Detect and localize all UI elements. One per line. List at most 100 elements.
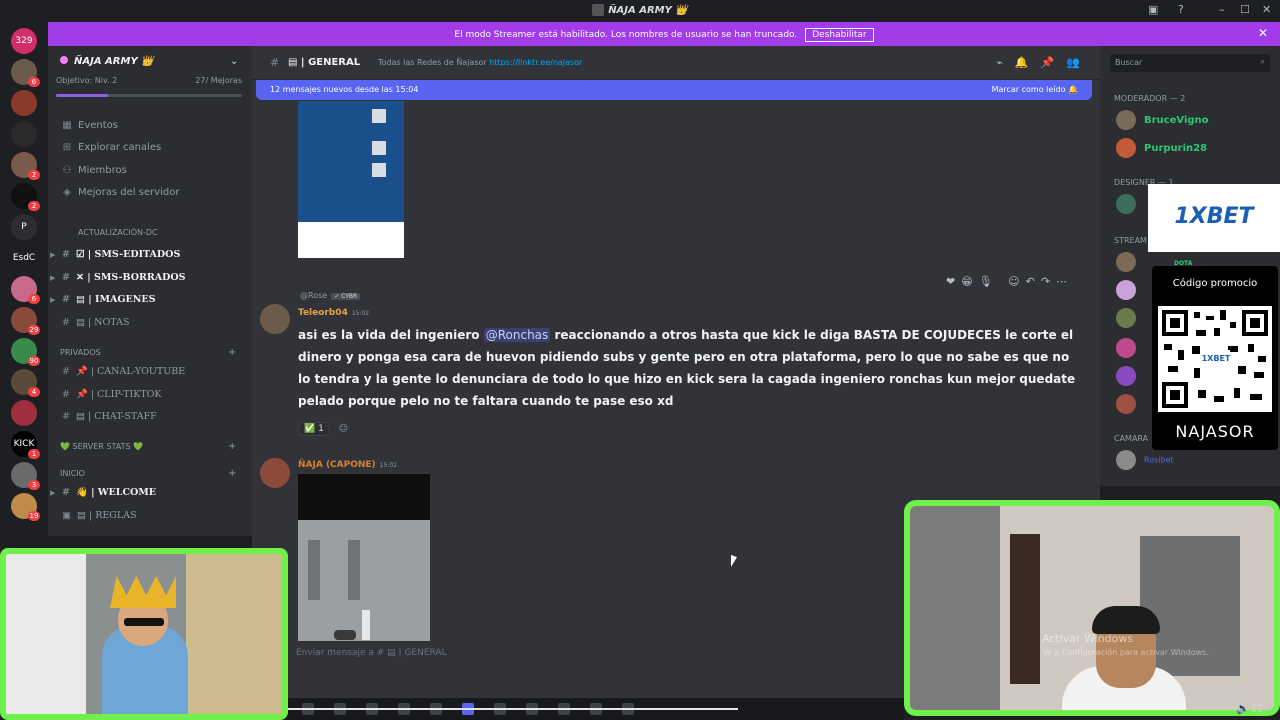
category-inicio[interactable]: INICIO + [60, 468, 236, 479]
hash-icon: # [62, 294, 70, 305]
inbox-icon[interactable]: ▣ [1148, 3, 1158, 16]
member-item[interactable]: BruceVigno [1116, 110, 1209, 130]
server-icon [592, 4, 605, 16]
reaction-checkmark[interactable]: ✅ 1 [298, 422, 330, 436]
webcam-wall [186, 554, 282, 714]
new-messages-text: 12 mensajes nuevos desde las 15:04 [270, 85, 419, 94]
nav-label: Explorar canales [78, 142, 162, 153]
fullscreen-icon[interactable]: ⛶ [1253, 702, 1261, 715]
mark-as-read-button[interactable]: Marcar como leído 🔔 [992, 85, 1078, 94]
channel-label: ▤ | REGLAS [76, 510, 137, 521]
add-reaction-icon[interactable]: ☺ [339, 424, 348, 434]
server-icon[interactable] [11, 90, 37, 116]
user-mention[interactable]: @Ronchas [483, 328, 551, 342]
chevron-down-icon[interactable]: ⌄ [230, 56, 238, 67]
server-icon[interactable]: EsdC [11, 245, 37, 271]
mention-badge: 19 [28, 511, 40, 521]
member-item[interactable] [1116, 194, 1144, 214]
member-item[interactable] [1116, 366, 1144, 386]
nav-label: Miembros [78, 165, 127, 176]
webcam-streamer-right [904, 500, 1280, 716]
close-window-button[interactable]: ✕ [1262, 3, 1271, 16]
message-author[interactable]: Teleorb04 15:02 [298, 308, 369, 318]
add-channel-icon[interactable]: + [228, 468, 236, 479]
image-attachment[interactable] [298, 101, 404, 258]
channel-label: 📌 | CANAL-YOUTUBE [75, 366, 186, 377]
document-thumb [372, 163, 386, 177]
mention-badge: 6 [28, 294, 40, 304]
member-item[interactable]: Purpurin28 [1116, 138, 1207, 158]
header-toolbar-icons[interactable]: ⌁🔔📌👥 [996, 56, 1092, 69]
message-author[interactable]: ÑAJA (CAPONE) 15:02 [298, 460, 397, 470]
avatar[interactable] [260, 458, 290, 488]
server-name[interactable]: ÑAJA ARMY 👑 ⌄ [60, 56, 238, 67]
channel-notas[interactable]: # ▤ | NOTAS [50, 317, 129, 328]
hash-icon: # [62, 487, 70, 498]
author-name: Teleorb04 [298, 308, 348, 318]
new-messages-bar[interactable]: 12 mensajes nuevos desde las 15:04 Marca… [256, 80, 1092, 100]
avatar[interactable] [260, 304, 290, 334]
help-icon[interactable]: ? [1178, 3, 1184, 16]
add-channel-icon[interactable]: + [228, 441, 236, 452]
video-attachment[interactable] [298, 474, 430, 641]
author-name: ÑAJA (CAPONE) [298, 460, 376, 470]
avatar [1116, 394, 1136, 414]
channel-canal-youtube[interactable]: # 📌 | CANAL-YOUTUBE [50, 366, 185, 377]
server-icon[interactable]: 329 [11, 28, 37, 54]
category-privados[interactable]: PRIVADOS + [60, 347, 236, 358]
channel-welcome[interactable]: ▶ # 👋 | WELCOME [50, 487, 156, 498]
channel-label: ▤ | NOTAS [75, 317, 130, 328]
message-input[interactable]: Enviar mensaje a # ▤ | GENERAL [296, 648, 447, 658]
member-item[interactable] [1116, 338, 1144, 358]
nav-server-boost[interactable]: ◈ Mejoras del servidor [62, 187, 179, 198]
hash-icon: # [270, 56, 280, 69]
category-server-stats[interactable]: 💚 SERVER STATS 💚 + [60, 441, 236, 452]
server-icon[interactable]: P [11, 214, 37, 240]
message-actions-toolbar[interactable]: ❤😁🎙 ☺↶↷⋯ [946, 275, 1073, 288]
video-frame [298, 520, 430, 641]
nav-label: Eventos [78, 120, 118, 131]
video-pillar [308, 540, 320, 600]
member-item[interactable] [1116, 394, 1144, 414]
minimize-button[interactable]: – [1219, 3, 1225, 16]
title-bar: ÑAJA ARMY 👑 ▣ ? – ☐ ✕ [0, 0, 1280, 22]
channel-header: # ▤ | GENERAL Todas las Redes de Ñajasor… [252, 46, 1100, 80]
webcam-door [1010, 534, 1040, 684]
server-icon[interactable] [11, 121, 37, 147]
mention-badge: 6 [28, 77, 40, 87]
reply-reference[interactable]: @Rose ✓ CYBR [300, 291, 361, 300]
close-banner-icon[interactable]: ✕ [1258, 26, 1268, 40]
topic-link[interactable]: https://linktr.ee/najasor [489, 58, 582, 67]
member-item[interactable] [1116, 280, 1144, 300]
category-actualizacion[interactable]: ACTUALIZACIÓN-DC [78, 228, 158, 237]
category-label: INICIO [60, 469, 85, 478]
video-controls[interactable]: 🔈 ⛶ [1236, 702, 1261, 716]
channel-clip-tiktok[interactable]: # 📌 | CLIP-TIKTOK [50, 389, 162, 400]
video-seek-bar[interactable] [288, 708, 738, 710]
member-item[interactable] [1116, 308, 1144, 328]
channel-sms-editados[interactable]: ▶ # ☑ | SMS-EDITADOS [50, 249, 180, 260]
window-title-text: ÑAJA ARMY 👑 [608, 5, 688, 16]
nav-members[interactable]: ⚇ Miembros [62, 165, 127, 176]
server-icon[interactable] [11, 400, 37, 426]
nav-browse-channels[interactable]: ⊞ Explorar canales [62, 142, 161, 153]
channel-label: ☑ | SMS-EDITADOS [75, 249, 181, 260]
channel-reglas[interactable]: ▣ ▤ | REGLAS [50, 510, 137, 521]
channel-topic[interactable]: Todas las Redes de Ñajasor https://linkt… [378, 58, 582, 67]
member-item[interactable]: Rosibet [1116, 450, 1174, 470]
qr-code: 1XBET [1158, 306, 1272, 412]
maximize-button[interactable]: ☐ [1240, 3, 1250, 16]
channel-sms-borrados[interactable]: ▶ # ✕ | SMS-BORRADOS [50, 272, 186, 283]
search-input[interactable]: Buscar ⌕ [1110, 54, 1270, 72]
boost-goal[interactable]: Objetivo: Niv. 2 27/ Mejoras [56, 76, 242, 85]
mention-badge: 4 [28, 387, 40, 397]
disable-streamer-button[interactable]: Deshabilitar [805, 28, 874, 42]
channel-chat-staff[interactable]: # ▤ | CHAT-STAFF [50, 411, 157, 422]
hash-icon: # [62, 389, 70, 400]
add-channel-icon[interactable]: + [228, 347, 236, 358]
mention-badge: 2 [28, 170, 40, 180]
nav-events[interactable]: ▦ Eventos [62, 120, 118, 131]
calendar-icon: ▦ [62, 120, 72, 131]
channel-imagenes[interactable]: ▶ # ▤ | IMAGENES [50, 294, 156, 305]
volume-icon[interactable]: 🔈 [1236, 702, 1250, 715]
